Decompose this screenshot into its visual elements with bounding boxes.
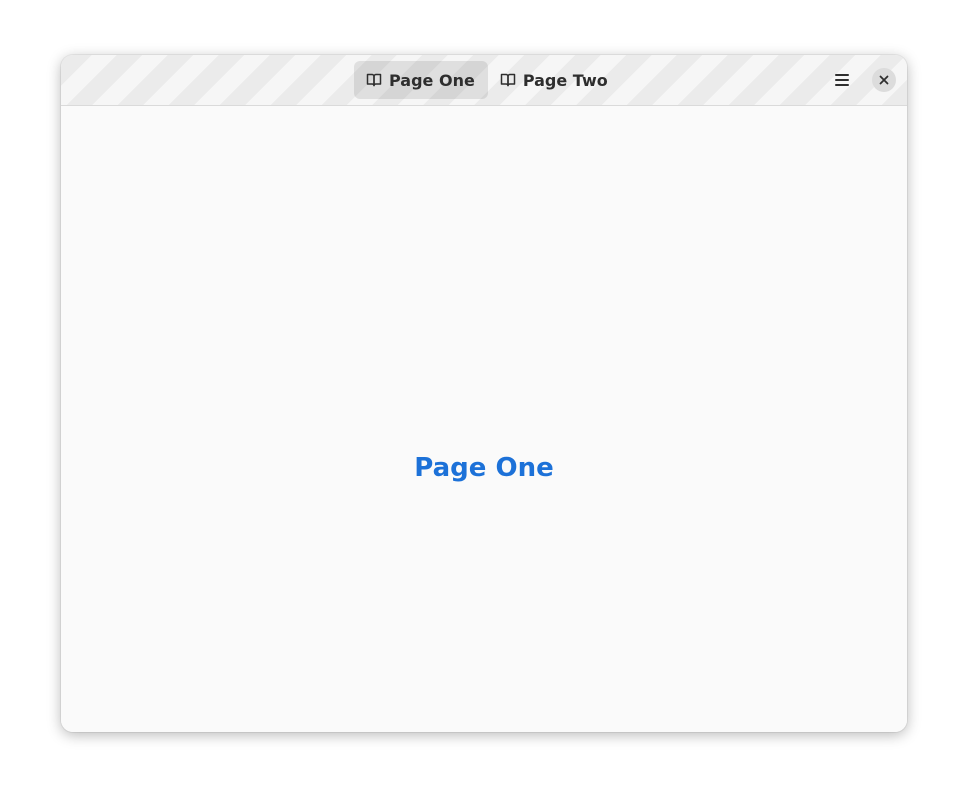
book-icon [500, 72, 516, 88]
view-switcher: Page One Page Two [354, 61, 621, 99]
hamburger-menu-icon [834, 72, 850, 88]
close-icon [879, 75, 889, 85]
main-menu-button[interactable] [829, 67, 855, 93]
main-content: Page One [61, 106, 907, 732]
tab-label: Page Two [522, 70, 608, 90]
tab-page-one[interactable]: Page One [354, 61, 488, 99]
tab-label: Page One [389, 70, 475, 90]
header-bar: Page One Page Two [61, 55, 907, 106]
book-icon [366, 72, 382, 88]
close-button[interactable] [872, 68, 896, 92]
page-title: Page One [414, 453, 554, 483]
app-window: Page One Page Two Page One [61, 55, 907, 732]
tab-page-two[interactable]: Page Two [488, 61, 621, 99]
